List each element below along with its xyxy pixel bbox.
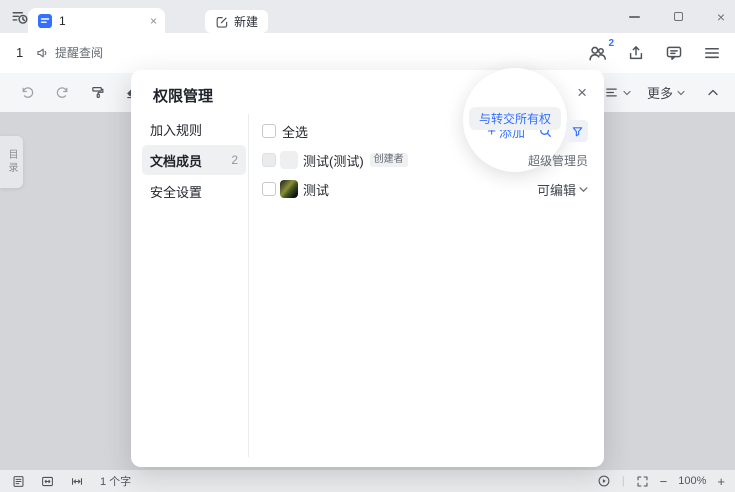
list-options-icon [604,85,619,100]
undo-icon[interactable] [20,85,35,100]
window-close-icon[interactable]: × [717,10,725,24]
maximize-icon[interactable] [674,12,683,21]
member-name: 测试(测试) [303,151,364,170]
caret-down-icon [677,90,685,96]
new-document-label: 新建 [234,13,258,30]
member-permission-dropdown[interactable]: 可编辑 [537,180,588,199]
sidebar-item-document-members[interactable]: 文档成员 2 [142,145,246,175]
sidebar-item-label: 加入规则 [150,120,202,139]
select-all-label: 全选 [282,122,308,141]
redo-icon[interactable] [55,85,70,100]
member-count: 2 [231,153,238,167]
more-dropdown[interactable]: 更多 [647,83,685,102]
toolbar-left [20,73,140,112]
minimize-icon[interactable] [629,16,640,18]
outline-toc-tab[interactable]: 目录 [0,136,23,188]
collapse-toolbar-icon[interactable] [707,88,719,97]
member-checkbox-disabled [262,153,276,167]
comment-icon[interactable] [665,44,683,62]
outline-toc-label: 目录 [4,149,19,175]
outline-view-icon[interactable] [12,475,25,488]
zoom-out-button[interactable]: − [660,474,668,489]
remind-review-button[interactable]: 提醒查阅 [36,44,103,61]
avatar [280,151,298,169]
menu-icon[interactable] [703,44,721,62]
creator-badge: 创建者 [370,153,408,167]
collaborator-count-badge: 2 [608,38,614,49]
new-document-button[interactable]: 新建 [205,10,268,33]
header-actions: 2 [588,33,721,73]
toolbar-right: 更多 [604,73,719,112]
collaborators-button[interactable]: 2 [588,44,607,63]
more-label: 更多 [647,83,673,102]
status-bar: 1 个字 | − 100% + [0,470,735,492]
status-bar-left: 1 个字 [12,473,131,489]
tab-bar: 1 × 新建 × [0,0,735,33]
member-checkbox[interactable] [262,182,276,196]
document-header: 1 提醒查阅 2 [0,33,735,73]
window-controls: × [629,0,725,33]
filter-members-button[interactable] [566,120,588,142]
sidebar-item-security-settings[interactable]: 安全设置 [142,176,246,206]
spotlight-tooltip[interactable]: 与转交所有权 [469,107,561,130]
remind-review-label: 提醒查阅 [55,44,103,61]
sidebar-item-label: 文档成员 [150,151,202,170]
fit-width-icon[interactable] [70,475,84,488]
zoom-level: 100% [678,475,706,487]
compose-icon [215,15,229,29]
app-window: 1 × 新建 × 1 提醒查阅 [0,0,735,492]
document-tab[interactable]: 1 × [28,8,165,33]
status-bar-right: | − 100% + [597,474,725,489]
caret-down-icon [579,186,588,193]
status-divider: | [622,475,625,487]
tab-close-icon[interactable]: × [150,15,157,27]
sidebar-item-join-rules[interactable]: 加入规则 [142,114,246,144]
caret-down-icon [623,90,631,96]
tab-title: 1 [59,14,144,28]
history-list-icon[interactable] [11,8,29,26]
share-icon[interactable] [627,44,645,62]
dialog-title: 权限管理 [153,85,213,106]
sidebar-item-label: 安全设置 [150,182,202,201]
avatar [280,180,298,198]
present-play-icon[interactable] [597,474,611,488]
heading-number: 1 [16,45,23,60]
member-permission: 超级管理员 [528,152,588,169]
dialog-divider [248,114,249,457]
fullscreen-icon[interactable] [636,475,649,488]
dialog-close-icon[interactable]: × [575,82,589,103]
select-all-checkbox[interactable] [262,124,276,138]
filter-funnel-icon [571,125,584,138]
megaphone-icon [36,46,50,60]
dialog-sidebar: 加入规则 文档成员 2 安全设置 [142,114,246,207]
text-style-dropdown[interactable] [604,85,631,100]
page-mode-icon[interactable] [41,475,54,488]
permission-management-dialog: 权限管理 × 加入规则 文档成员 2 安全设置 全选 [131,70,604,467]
word-count: 1 个字 [100,473,131,489]
document-icon [37,13,53,29]
member-row[interactable]: 测试(测试) 创建者 超级管理员 [262,145,588,175]
zoom-in-button[interactable]: + [717,474,725,489]
format-painter-icon[interactable] [90,85,105,100]
member-row[interactable]: 测试 可编辑 [262,174,588,204]
member-name: 测试 [303,180,329,199]
